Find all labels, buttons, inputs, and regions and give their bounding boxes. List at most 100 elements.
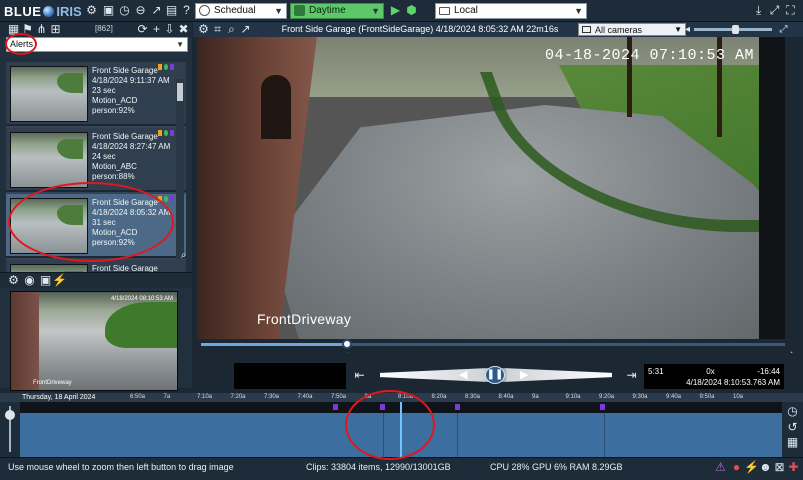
timeline-zoom-bar[interactable] [0,402,20,457]
alert-flag-marker[interactable] [600,404,605,410]
user-icon[interactable]: ☻ [758,460,773,475]
schedule-value: Schedual [214,5,256,16]
timeline-tick-label: 6:50a [130,394,146,400]
app-logo: BLUE IRIS [4,2,82,20]
open-external-icon[interactable]: ↗ [238,22,253,37]
settings-gear-icon[interactable]: ⚙ [6,273,21,288]
camera-preview[interactable]: 4/18/2024 08:10:53 AM FrontDriveway [10,291,178,391]
alert-thumbnail [10,132,88,188]
alert-camera: Front Side Garage [92,264,158,272]
video-door [261,75,291,139]
log-icon[interactable]: ▤ [164,3,179,18]
timeline-tick-label: 7:30a [264,394,280,400]
timeline-side-tools: ◷ ↺ ▦ [782,402,803,457]
chevron-down-icon: ▼ [574,6,583,16]
toggle-icon[interactable]: ⊖ [133,3,148,18]
zoom-icon[interactable]: ⌕ [176,248,191,263]
volume-slider[interactable] [694,25,772,34]
camera-group-select[interactable]: All cameras ▼ [578,23,686,36]
annotation-circle [5,33,37,55]
camera-record-icon[interactable]: ▣ [101,3,116,18]
jump-start-icon[interactable]: ⇤ [352,368,367,383]
speaker-icon[interactable]: ◂ [680,22,695,37]
alert-list-scrollbar[interactable] [176,79,184,259]
volume-knob[interactable] [732,25,739,34]
snapshot-icon[interactable]: ▣ [38,273,53,288]
playback-speed: 0x [706,367,715,376]
iris-eye-icon [43,5,55,17]
chart-icon[interactable]: ↗ [149,3,164,18]
status-clips: Clips: 33804 items, 12990/13001GB [306,462,451,472]
profile-icon [294,5,305,16]
clock-icon[interactable]: ◷ [117,3,132,18]
status-hint: Use mouse wheel to zoom then left button… [8,462,234,472]
monitor-icon [439,7,450,15]
rewind-icon[interactable]: ◀ [459,368,467,381]
timeline-tick-label: 9:40a [666,394,682,400]
alarm-icon[interactable]: ✚ [786,460,801,475]
alert-flag-marker[interactable] [333,404,338,410]
forward-icon[interactable]: ▶ [520,368,528,381]
profile-select[interactable]: Daytime ▼ [290,3,384,19]
fullscreen-icon[interactable]: ⛶ [783,3,798,18]
help-icon[interactable]: ? [179,3,194,18]
alert-icon[interactable]: ⚠ [713,460,728,475]
profile-value: Daytime [309,5,346,16]
trash-icon[interactable]: ✖ [176,22,191,37]
camera-icon[interactable]: ◉ [22,273,37,288]
scrollbar-thumb[interactable] [177,83,183,101]
annotation-circle [8,182,174,262]
timeline-tick-label: 7:10a [197,394,213,400]
settings-gear-icon[interactable]: ⚙ [84,3,99,18]
timeline-tick-label: 9a [532,394,539,400]
timeline-tick-label: 8:40a [498,394,514,400]
timeline-tick-label: 9:20a [599,394,615,400]
expand-icon[interactable]: ⤢ [767,3,782,18]
alert-detection: person:92% [92,106,135,115]
schedule-select[interactable]: Schedual ▼ [195,3,287,19]
alert-detection: person:88% [92,172,135,181]
playback-seekbar[interactable] [201,339,785,349]
export-icon[interactable]: ⇩ [162,22,177,37]
alert-trigger: Motion_ACD [92,96,138,105]
video-timestamp-overlay: 04-18-2024 07:10:53 AM [545,47,755,64]
alert-thumbnail [10,264,88,272]
preview-label: FrontDriveway [33,380,72,386]
undo-icon[interactable]: ↺ [785,420,800,435]
refresh-icon[interactable]: ⟳ [135,22,150,37]
filter-icon[interactable]: ⋔ [34,22,49,37]
video-feed[interactable] [197,37,759,339]
preview-toolbar: ⚙ ◉ ▣ ⚡ [0,272,192,288]
alert-date: 4/18/2024 9:11:37 AM [92,76,170,85]
server-select[interactable]: Local ▼ [435,3,587,19]
clock-icon[interactable]: ◷ [785,404,800,419]
shield-check-icon[interactable]: ⬢ [404,3,419,18]
search-icon[interactable]: ⌕ [224,22,239,37]
timeline-gridline [457,413,458,457]
timeline-tick-label: 7:50a [331,394,347,400]
preview-lawn [105,302,177,348]
settings-gear-icon[interactable]: ⚙ [196,22,211,37]
logo-text-blue: BLUE [4,3,42,19]
alert-item[interactable]: Front Side Garage 4/18/2024 9:11:37 AM 2… [6,62,186,126]
expand-icon[interactable]: ⤢ [776,22,791,37]
lightning-icon[interactable]: ⚡ [52,273,67,288]
timeline-tick-label: 9:50a [699,394,715,400]
pause-button[interactable]: ❚❚ [485,366,505,384]
jump-end-icon[interactable]: ⇥ [624,368,639,383]
play-icon[interactable]: ▶ [388,3,403,18]
elapsed-time: 5:31 [648,367,664,376]
timeline-gridline [604,413,605,457]
remaining-time: -16:44 [757,367,780,376]
crop-icon[interactable]: ⌗ [210,22,225,37]
timeline-tick-label: 9:30a [632,394,648,400]
calendar-icon[interactable]: ▦ [785,435,800,450]
zoom-knob[interactable] [5,410,15,420]
lock-icon[interactable]: ⊠ [772,460,787,475]
record-icon[interactable]: ● [729,460,744,475]
lightning-icon[interactable]: ⚡ [744,460,759,475]
lock-icon[interactable]: ⊞ [48,22,63,37]
download-icon[interactable]: ⤓ [751,3,766,18]
alert-flag-marker[interactable] [455,404,460,410]
server-value: Local [454,5,478,16]
